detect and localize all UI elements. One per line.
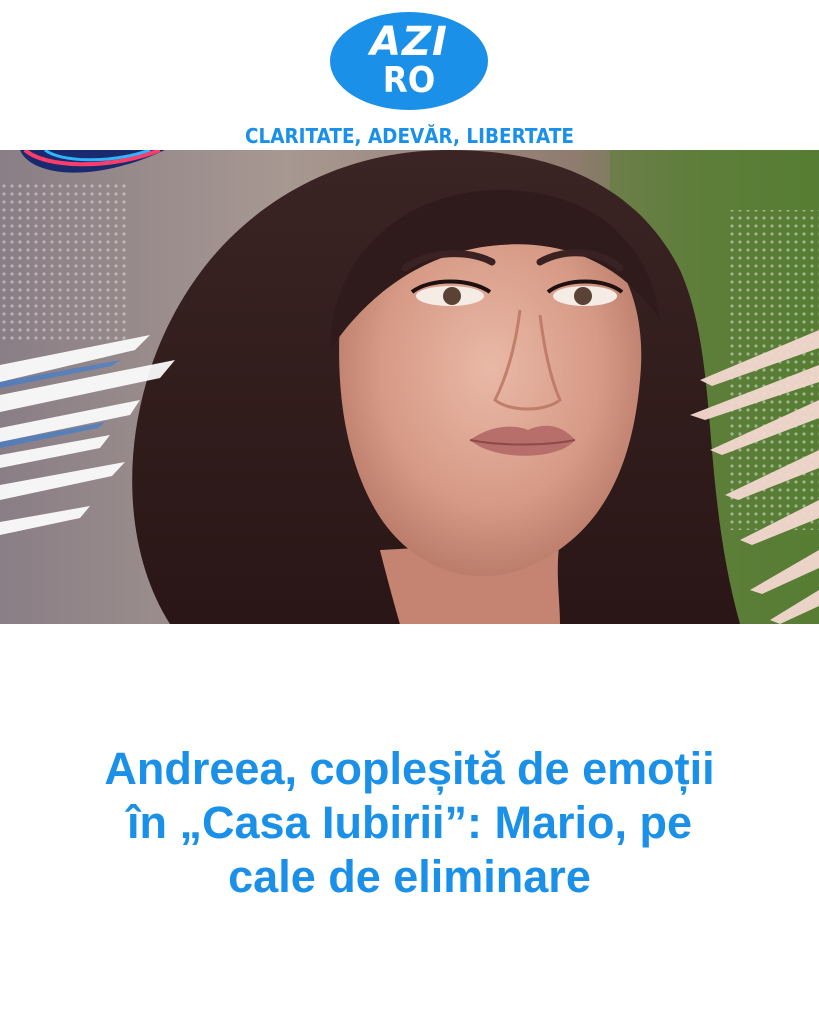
hero-image [0, 150, 819, 624]
article-title[interactable]: Andreea, copleșită de emoții în „Casa Iu… [100, 742, 719, 904]
site-header: AZI RO CLARITATE, ADEVĂR, LIBERTATE [0, 0, 819, 150]
site-logo[interactable]: AZI RO [330, 12, 488, 110]
logo-text-ro: RO [382, 60, 436, 101]
site-tagline: CLARITATE, ADEVĂR, LIBERTATE [245, 124, 574, 148]
halftone-left [0, 180, 130, 340]
logo-text-azi: AZI [370, 19, 448, 65]
